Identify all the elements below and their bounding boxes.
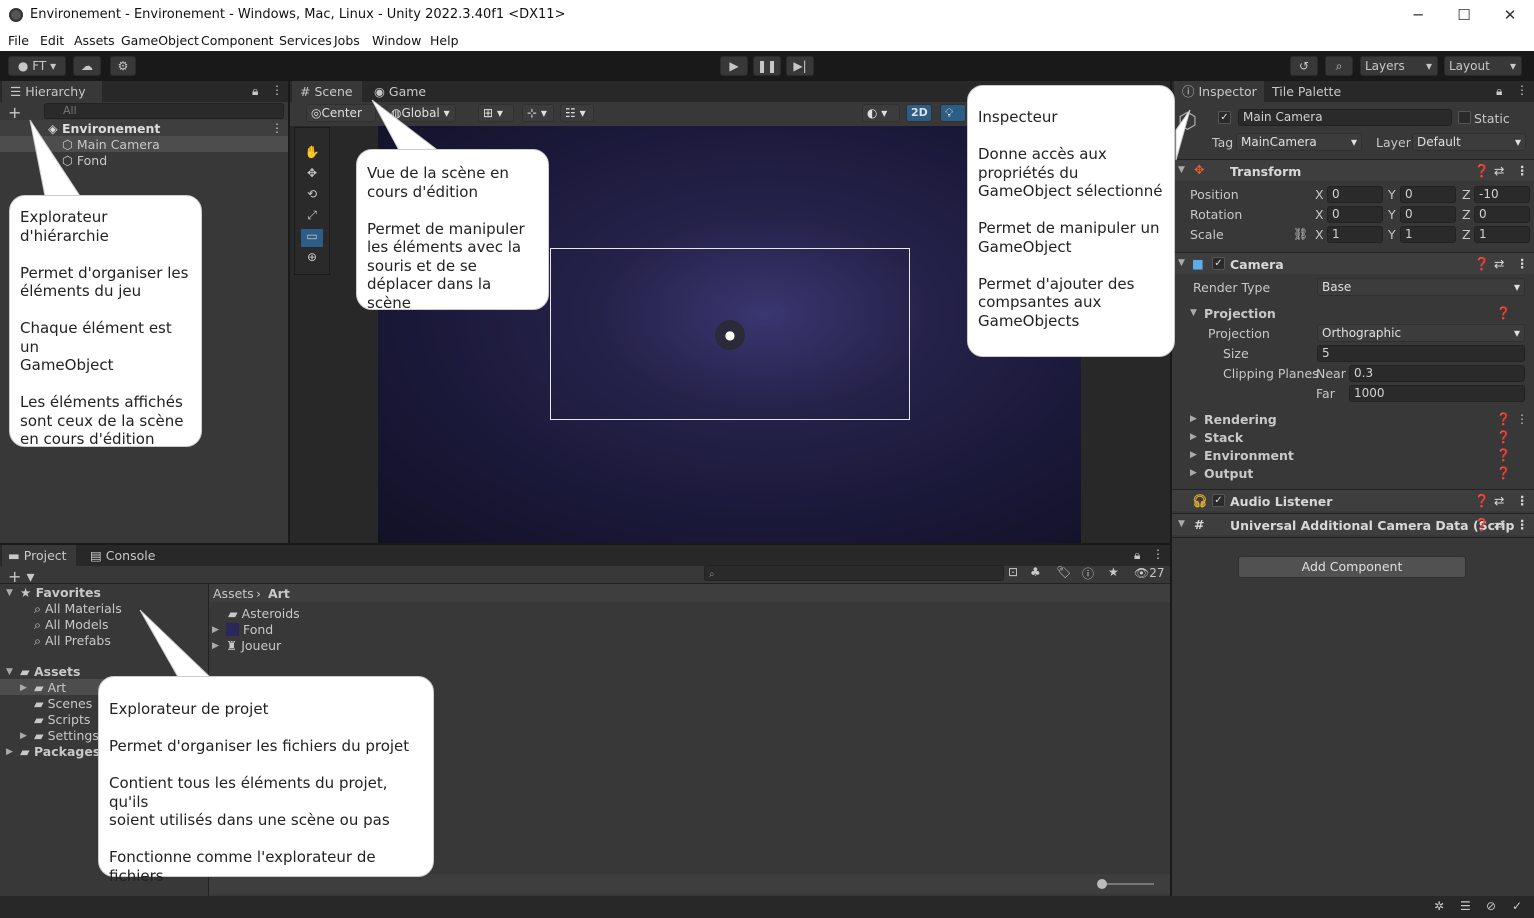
callout-paragraph: Chaque élément est un GameObject — [20, 319, 172, 374]
callout-paragraph: Vue de la scène en cours d'édition — [367, 164, 509, 201]
hierarchy-pointer — [29, 119, 81, 197]
callout-paragraph: Explorateur de projet — [109, 700, 269, 718]
project-callout: Explorateur de projet Permet d'organiser … — [98, 676, 434, 885]
scene-pointer — [371, 99, 442, 153]
callout-paragraph: Permet d'ajouter des compsantes aux Game… — [978, 274, 1135, 330]
callout-paragraph: Permet d'organiser les fichiers du proje… — [109, 737, 410, 755]
callout-paragraph: Contient tous les éléments du projet, qu… — [109, 774, 390, 829]
callout-paragraph: Inspecteur — [978, 108, 1058, 126]
project-pointer — [139, 609, 212, 678]
hierarchy-callout: Explorateur d'hiérarchie Permet d'organis… — [9, 195, 202, 449]
inspector-callout-text: Inspecteur Donne accès aux propriétés du … — [978, 108, 1164, 330]
callout-paragraph: Les éléments affichés sont ceux de la sc… — [20, 393, 184, 448]
project-callout-text: Explorateur de projet Permet d'organiser … — [109, 700, 423, 885]
callout-paragraph: Permet de manipuler un GameObject — [978, 219, 1160, 256]
scene-callout-text: Vue de la scène en cours d'édition Permet… — [367, 164, 538, 312]
callout-paragraph: Permet de manipuler les éléments avec la… — [367, 219, 525, 312]
callout-paragraph: Permet d'organiser les éléments du jeu — [20, 263, 189, 301]
inspector-pointer — [1175, 109, 1191, 161]
hierarchy-callout-text: Explorateur d'hiérarchie Permet d'organis… — [20, 208, 191, 449]
callout-paragraph: Donne accès aux propriétés du GameObject… — [978, 145, 1163, 200]
scene-callout: Vue de la scène en cours d'édition Permet… — [356, 149, 549, 312]
inspector-callout: Inspecteur Donne accès aux propriétés du … — [967, 85, 1175, 357]
callout-paragraph: Fonctionne comme l'explorateur de fichie… — [109, 848, 376, 885]
callout-paragraph: Explorateur d'hiérarchie — [20, 208, 109, 245]
